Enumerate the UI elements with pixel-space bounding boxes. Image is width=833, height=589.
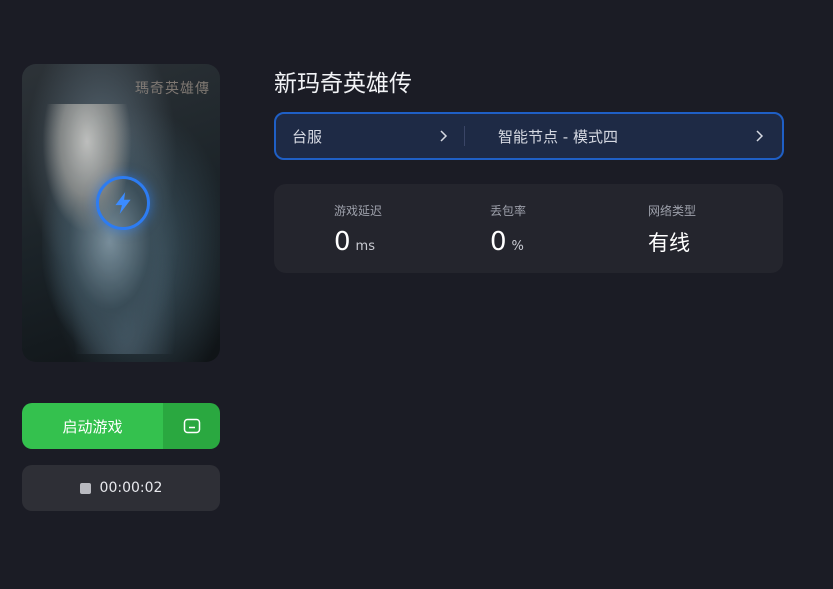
game-logo: 瑪奇英雄傳	[135, 81, 210, 97]
region-label: 台服	[292, 127, 323, 146]
start-game-button-group: 启动游戏	[22, 403, 220, 449]
folder-icon	[183, 418, 200, 434]
node-dropdown[interactable]: 智能节点 - 模式四	[465, 126, 782, 147]
open-folder-button[interactable]	[163, 403, 220, 449]
packet-loss-label: 丢包率	[490, 204, 527, 218]
accelerating-lightning-icon	[96, 176, 150, 230]
latency-label: 游戏延迟	[334, 204, 383, 218]
stop-icon	[79, 482, 91, 494]
chevron-right-icon	[440, 130, 448, 142]
start-game-button[interactable]: 启动游戏	[22, 403, 163, 449]
page-title: 新玛奇英雄传	[274, 71, 412, 97]
packet-loss-unit: %	[511, 239, 524, 254]
packet-loss-value: 0	[490, 227, 507, 257]
latency-unit: ms	[355, 239, 375, 254]
node-label: 智能节点 - 模式四	[498, 127, 618, 146]
server-selector: 台服 智能节点 - 模式四	[274, 112, 784, 160]
latency-value: 0	[334, 227, 351, 257]
chevron-right-icon	[756, 130, 764, 142]
network-type-stat: 网络类型 有线	[648, 202, 696, 257]
network-type-value: 有线	[648, 231, 690, 255]
network-stats-panel: 游戏延迟 0 ms 丢包率 0 % 网络类型 有线	[274, 184, 783, 273]
elapsed-time: 00:00:02	[99, 480, 163, 496]
latency-stat: 游戏延迟 0 ms	[334, 202, 382, 257]
network-type-label: 网络类型	[648, 204, 697, 218]
game-cover-image: 瑪奇英雄傳	[22, 64, 220, 362]
region-dropdown[interactable]: 台服	[276, 126, 464, 147]
packet-loss-stat: 丢包率 0 %	[490, 202, 526, 257]
stop-accel-timer-button[interactable]: 00:00:02	[22, 465, 220, 511]
